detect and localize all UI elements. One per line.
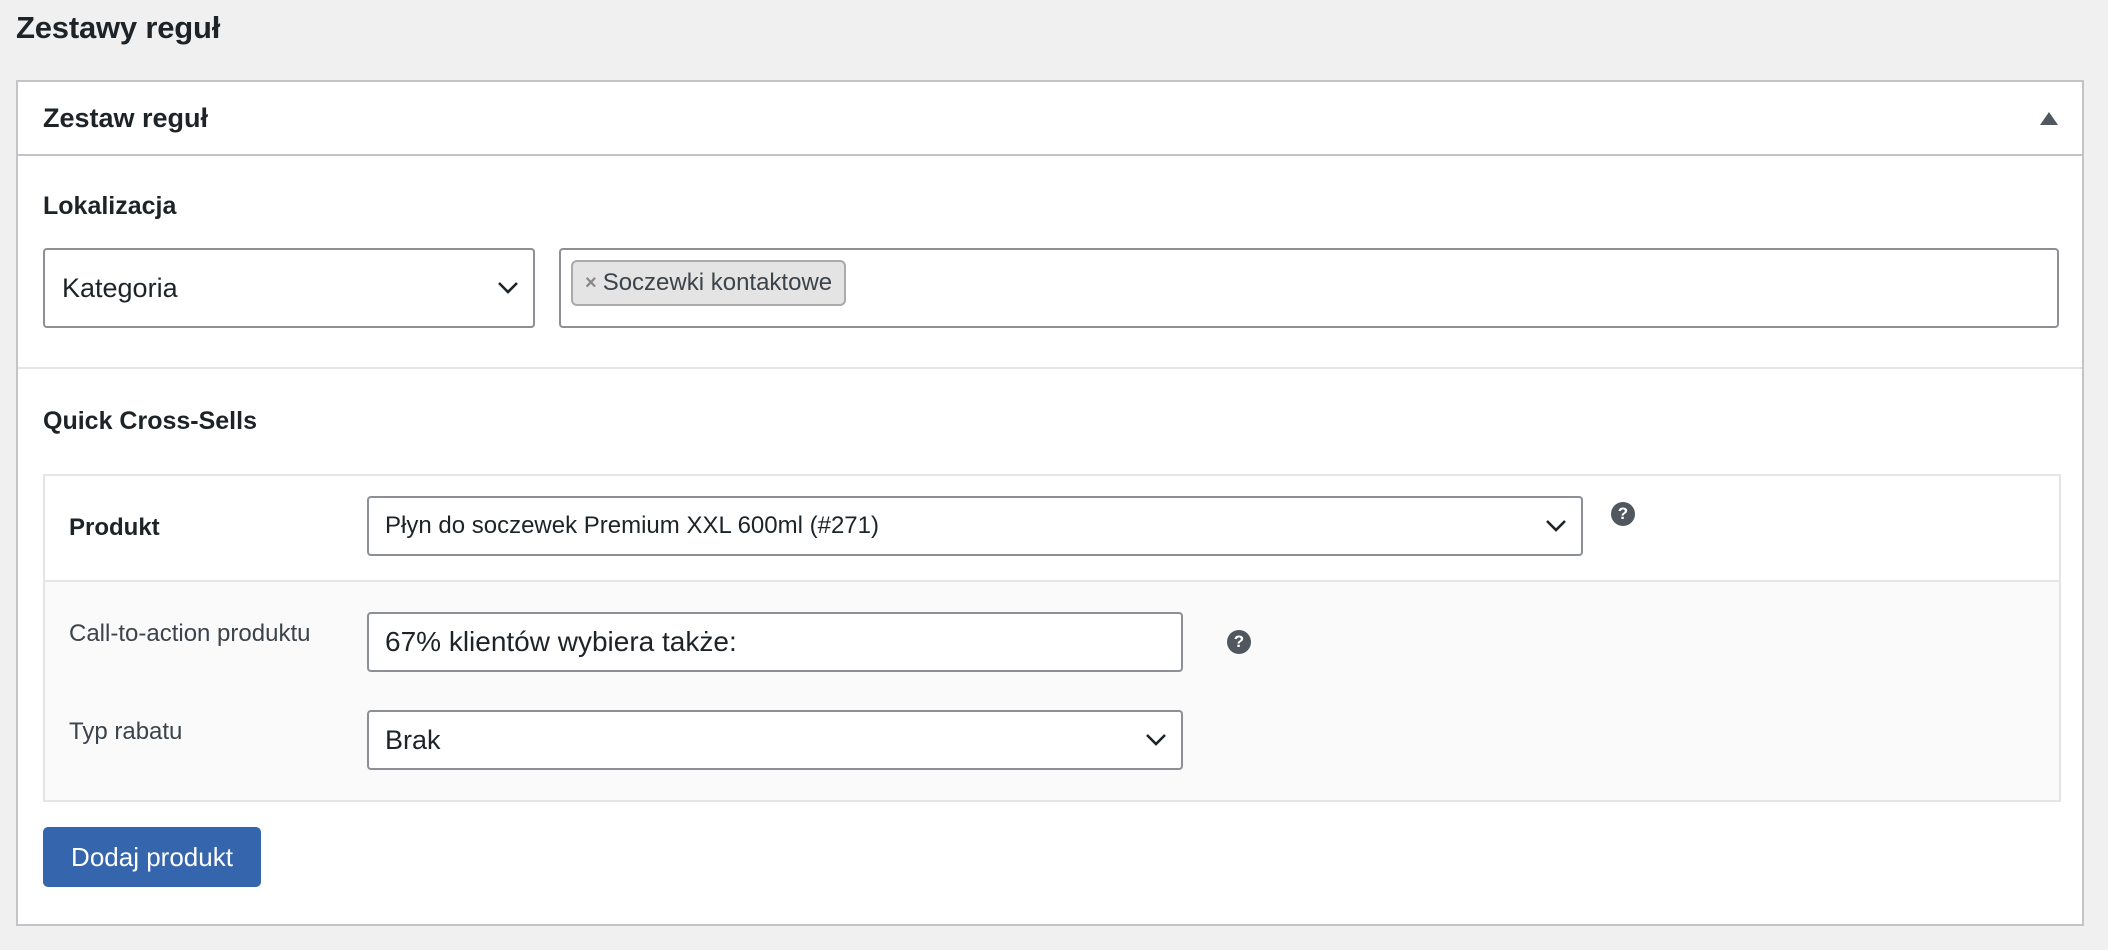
- panel-title: Zestaw reguł: [43, 102, 209, 133]
- remove-tag-icon[interactable]: ×: [585, 272, 597, 295]
- product-select[interactable]: Płyn do soczewek Premium XXL 600ml (#271…: [367, 496, 1583, 556]
- cta-input-value: 67% klientów wybiera także:: [385, 626, 737, 657]
- category-tags-input[interactable]: × Soczewki kontaktowe: [559, 248, 2059, 328]
- cta-label: Call-to-action produktu: [69, 620, 311, 647]
- help-icon[interactable]: ?: [1227, 630, 1251, 654]
- location-type-value: Kategoria: [62, 272, 178, 303]
- page-title: Zestawy reguł: [16, 10, 221, 45]
- help-icon[interactable]: ?: [1611, 502, 1635, 526]
- add-product-button[interactable]: Dodaj produkt: [43, 827, 261, 887]
- product-row: Produkt Płyn do soczewek Premium XXL 600…: [45, 476, 2059, 582]
- chevron-down-icon: [498, 282, 518, 294]
- location-label: Lokalizacja: [43, 192, 177, 220]
- discount-type-select[interactable]: Brak: [367, 710, 1183, 770]
- discount-type-value: Brak: [385, 724, 441, 755]
- discount-type-label: Typ rabatu: [69, 718, 183, 745]
- panel-header[interactable]: Zestaw reguł: [18, 82, 2082, 156]
- cta-input[interactable]: 67% klientów wybiera także:: [367, 612, 1183, 672]
- tag-label: Soczewki kontaktowe: [602, 269, 833, 296]
- rule-set-panel: Zestaw reguł Lokalizacja Kategoria × Soc…: [16, 80, 2084, 926]
- product-select-value: Płyn do soczewek Premium XXL 600ml (#271…: [385, 512, 879, 539]
- section-divider: [18, 367, 2082, 369]
- chevron-down-icon: [1546, 520, 1566, 532]
- chevron-down-icon: [1146, 734, 1166, 746]
- cross-sells-label: Quick Cross-Sells: [43, 407, 257, 435]
- product-entry: Produkt Płyn do soczewek Premium XXL 600…: [43, 474, 2061, 802]
- triangle-up-icon[interactable]: [2040, 111, 2058, 125]
- product-label: Produkt: [69, 514, 160, 541]
- category-tag: × Soczewki kontaktowe: [571, 260, 847, 306]
- location-type-select[interactable]: Kategoria: [43, 248, 535, 328]
